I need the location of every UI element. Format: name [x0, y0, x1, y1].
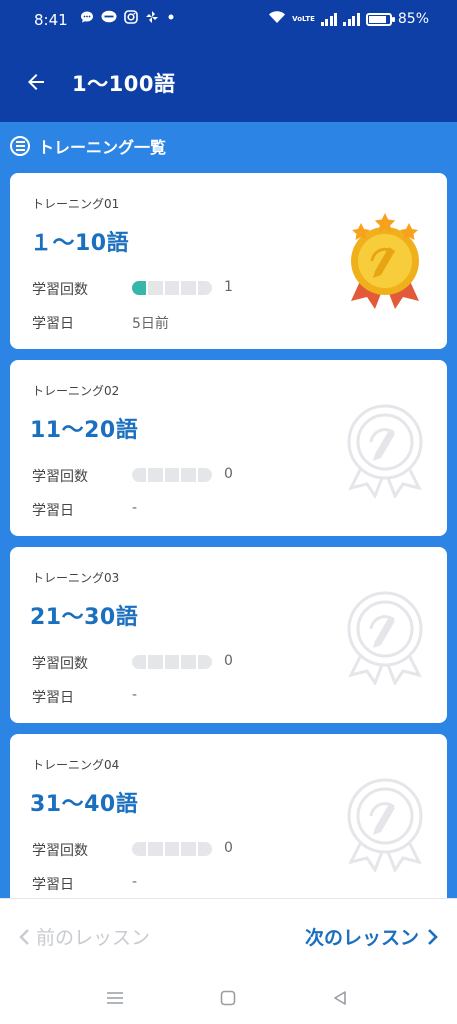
study-date-value: - — [132, 874, 138, 890]
system-back-button[interactable] — [328, 986, 352, 1010]
training-title: １〜10語 — [30, 231, 130, 256]
chevron-right-icon — [428, 928, 438, 945]
page-title: 1〜100語 — [72, 72, 176, 96]
training-card-02[interactable]: トレーニング02 11〜20語 学習回数 0 学習日 - — [10, 360, 447, 536]
menu-button[interactable] — [103, 986, 127, 1010]
study-count-label: 学習回数 — [32, 282, 88, 298]
status-notification-icons — [80, 10, 176, 28]
progress-segment — [181, 468, 196, 482]
pinwheel-icon — [145, 10, 159, 28]
study-date-label: 学習日 — [32, 316, 74, 332]
gray-medal-icon — [347, 591, 423, 685]
study-progress-bar — [132, 281, 213, 295]
training-label: トレーニング03 — [32, 571, 120, 585]
status-bar: 8:41 VoLTE 85% — [0, 0, 457, 42]
progress-segment — [148, 842, 163, 856]
training-label: トレーニング02 — [32, 384, 120, 398]
progress-segment — [148, 281, 163, 295]
progress-segment — [164, 842, 180, 856]
study-progress-bar — [132, 468, 213, 482]
back-triangle-icon — [334, 991, 346, 1005]
list-circle-icon — [10, 136, 30, 156]
progress-segment — [164, 468, 180, 482]
study-count-value: 1 — [224, 279, 233, 295]
study-count-value: 0 — [224, 653, 233, 669]
message-bubble-icon — [80, 10, 94, 28]
battery-level — [368, 15, 386, 23]
training-card-03[interactable]: トレーニング03 21〜30語 学習回数 0 学習日 - — [10, 547, 447, 723]
study-date-value: 5日前 — [132, 316, 169, 332]
gold-medal-icon — [351, 213, 419, 309]
gray-medal-icon — [347, 778, 423, 872]
training-title: 31〜40語 — [30, 792, 139, 817]
section-header: トレーニング一覧 — [10, 134, 166, 158]
study-date-value: - — [132, 687, 138, 703]
chevron-left-icon — [19, 928, 29, 945]
study-count-label: 学習回数 — [32, 656, 88, 672]
study-date-label: 学習日 — [32, 877, 74, 893]
home-button[interactable] — [216, 986, 240, 1010]
signal-icon — [343, 12, 360, 26]
progress-segment — [181, 281, 196, 295]
study-count-label: 学習回数 — [32, 843, 88, 859]
study-count-value: 0 — [224, 466, 233, 482]
training-title: 21〜30語 — [30, 605, 139, 630]
next-lesson-label: 次のレッスン — [304, 927, 419, 949]
prev-lesson-button[interactable]: 前のレッスン — [18, 923, 150, 950]
progress-segment — [148, 655, 163, 669]
home-square-icon — [220, 990, 236, 1006]
arrow-left-icon — [28, 74, 44, 90]
progress-segment — [132, 281, 147, 295]
study-progress-bar — [132, 655, 213, 669]
progress-segment — [164, 655, 180, 669]
training-card-01[interactable]: トレーニング01 １〜10語 学習回数 1 学習日 5日前 — [10, 173, 447, 349]
battery-percentage: 85% — [397, 11, 429, 27]
system-navigation-bar — [0, 974, 457, 1024]
progress-segment — [148, 468, 163, 482]
dot-icon — [166, 10, 176, 28]
progress-segment — [197, 842, 213, 856]
battery-icon — [365, 12, 395, 26]
study-date-label: 学習日 — [32, 690, 74, 706]
back-button[interactable] — [16, 62, 56, 102]
training-card-04[interactable]: トレーニング04 31〜40語 学習回数 0 学習日 - — [10, 734, 447, 898]
progress-segment — [197, 655, 213, 669]
wifi-icon — [268, 10, 286, 28]
gray-medal-icon — [347, 404, 423, 498]
training-title: 11〜20語 — [30, 418, 139, 443]
study-date-label: 学習日 — [32, 503, 74, 519]
prev-lesson-label: 前のレッスン — [36, 927, 151, 949]
app-bar: 1〜100語 — [0, 42, 457, 122]
progress-segment — [181, 842, 196, 856]
training-label: トレーニング01 — [32, 197, 120, 211]
next-lesson-button[interactable]: 次のレッスン — [305, 923, 439, 950]
progress-segment — [181, 655, 196, 669]
progress-segment — [164, 281, 180, 295]
progress-segment — [132, 655, 147, 669]
status-system-icons: VoLTE 85% — [268, 10, 429, 28]
lesson-navigation: 前のレッスン 次のレッスン — [0, 898, 457, 974]
study-count-label: 学習回数 — [32, 469, 88, 485]
progress-segment — [132, 468, 147, 482]
progress-segment — [132, 842, 147, 856]
training-list-area[interactable]: トレーニング一覧 トレーニング01 １〜10語 学習回数 1 学習日 5日前 ト… — [0, 122, 457, 898]
line-icon — [101, 10, 117, 28]
training-label: トレーニング04 — [32, 758, 120, 772]
progress-segment — [197, 281, 213, 295]
study-date-value: - — [132, 500, 138, 516]
section-title: トレーニング一覧 — [38, 138, 167, 157]
status-time: 8:41 — [34, 11, 68, 29]
instagram-icon — [124, 10, 138, 28]
study-progress-bar — [132, 842, 213, 856]
progress-segment — [197, 468, 213, 482]
signal-icon — [320, 12, 338, 26]
study-count-value: 0 — [224, 840, 233, 856]
volte-icon: VoLTE — [292, 14, 315, 23]
menu-icon — [107, 992, 123, 1004]
